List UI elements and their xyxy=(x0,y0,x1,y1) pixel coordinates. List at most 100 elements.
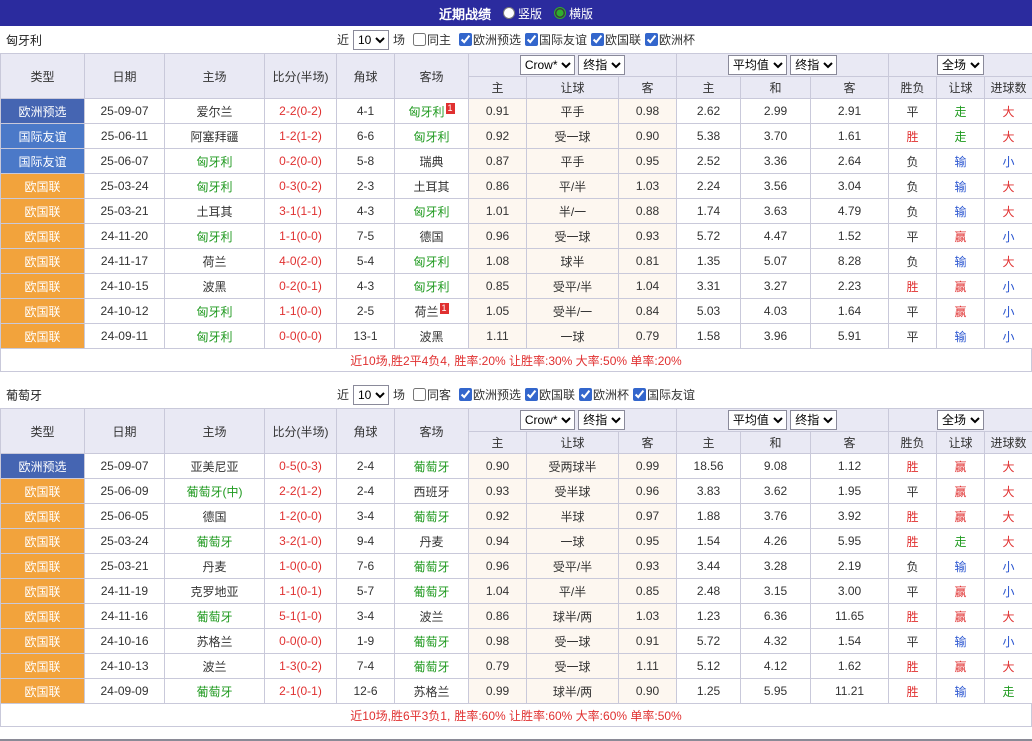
sub-handicap-result: 让球 xyxy=(937,432,985,454)
competition-filter[interactable]: 国际友谊 xyxy=(525,31,587,48)
bookmaker-away-odds: 1.03 xyxy=(619,174,677,199)
handicap-line: 受半球 xyxy=(527,479,619,504)
match-date: 24-11-19 xyxy=(85,579,165,604)
avg-home-odds: 3.44 xyxy=(677,554,741,579)
bookmaker-home-odds: 1.05 xyxy=(469,299,527,324)
competition-checkbox[interactable] xyxy=(459,33,472,46)
same-venue-filter[interactable]: 同客 xyxy=(413,386,451,403)
handicap-result-cell: 输 xyxy=(937,679,985,704)
competition-checkbox[interactable] xyxy=(645,33,658,46)
avg-away-odds: 1.54 xyxy=(811,629,889,654)
home-team-cell: 葡萄牙 xyxy=(165,679,265,704)
result-cell: 负 xyxy=(889,174,937,199)
competition-checkbox[interactable] xyxy=(591,33,604,46)
competition-checkbox[interactable] xyxy=(525,33,538,46)
result-cell: 平 xyxy=(889,324,937,349)
competition-checkbox[interactable] xyxy=(525,388,538,401)
section-hungary: 匈牙利 近 10 场 同主 欧洲预选国际友谊欧国联欧洲杯 类型 日期 主场 比分… xyxy=(0,26,1032,372)
scope-select[interactable]: 全场 xyxy=(937,55,984,75)
corner-score: 7-4 xyxy=(337,654,395,679)
corner-score: 9-4 xyxy=(337,529,395,554)
team-name: 苏格兰 xyxy=(413,685,449,699)
summary-row: 近10场,胜6平3负1, 胜率:60% 让胜率:60% 大率:60% 单率:50… xyxy=(0,704,1032,727)
same-venue-checkbox[interactable] xyxy=(413,33,426,46)
competition-filter[interactable]: 欧洲杯 xyxy=(645,31,695,48)
home-team-cell: 土耳其 xyxy=(165,199,265,224)
same-venue-checkbox[interactable] xyxy=(413,388,426,401)
match-date: 24-11-16 xyxy=(85,604,165,629)
league-type-badge: 欧国联 xyxy=(1,579,85,604)
average-select[interactable]: 平均值 xyxy=(728,55,787,75)
summary-record: 近10场,胜6平3负1, xyxy=(350,707,450,724)
match-row: 欧洲预选25-09-07爱尔兰2-2(0-2)4-1匈牙利10.91平手0.98… xyxy=(1,99,1032,124)
away-team-cell: 匈牙利1 xyxy=(395,99,469,124)
competition-filter[interactable]: 欧洲杯 xyxy=(579,386,629,403)
away-team-cell: 丹麦 xyxy=(395,529,469,554)
team-name: 波兰 xyxy=(419,610,443,624)
avg-home-odds: 1.58 xyxy=(677,324,741,349)
away-team-cell: 匈牙利 xyxy=(395,124,469,149)
competition-filter[interactable]: 欧国联 xyxy=(591,31,641,48)
league-type-badge: 国际友谊 xyxy=(1,124,85,149)
bookmaker-away-odds: 1.04 xyxy=(619,274,677,299)
bookmaker-home-odds: 0.87 xyxy=(469,149,527,174)
bookmaker-away-odds: 0.85 xyxy=(619,579,677,604)
matches-label: 场 xyxy=(393,31,405,48)
match-date: 24-11-17 xyxy=(85,249,165,274)
home-team-cell: 匈牙利 xyxy=(165,299,265,324)
odds-time-select[interactable]: 终指 xyxy=(578,55,625,75)
summary-rates: 胜率:60% 让胜率:60% 大率:60% 单率:50% xyxy=(454,707,681,724)
handicap-result-cell: 输 xyxy=(937,199,985,224)
match-score: 0-3(0-2) xyxy=(265,174,337,199)
bookmaker-select[interactable]: Crow* xyxy=(520,410,575,430)
avg-draw-odds: 4.32 xyxy=(741,629,811,654)
avg-time-select[interactable]: 终指 xyxy=(790,410,837,430)
avg-home-odds: 5.72 xyxy=(677,629,741,654)
goals-over-under-cell: 走 xyxy=(985,679,1032,704)
competition-filter[interactable]: 欧洲预选 xyxy=(459,386,521,403)
handicap-result-cell: 赢 xyxy=(937,504,985,529)
match-score: 1-3(0-2) xyxy=(265,654,337,679)
result-cell: 平 xyxy=(889,224,937,249)
competition-checkbox[interactable] xyxy=(633,388,646,401)
layout-option-vertical[interactable]: 竖版 xyxy=(503,5,542,22)
same-venue-label: 同客 xyxy=(427,386,451,403)
col-score-header: 比分(半场) xyxy=(265,54,337,99)
avg-home-odds: 5.38 xyxy=(677,124,741,149)
corner-score: 4-3 xyxy=(337,199,395,224)
avg-draw-odds: 6.36 xyxy=(741,604,811,629)
competition-filter[interactable]: 欧国联 xyxy=(525,386,575,403)
match-count-select[interactable]: 10 xyxy=(353,30,389,50)
competition-checkbox[interactable] xyxy=(459,388,472,401)
handicap-result-cell: 赢 xyxy=(937,454,985,479)
handicap-line: 受一球 xyxy=(527,224,619,249)
match-date: 25-06-11 xyxy=(85,124,165,149)
team-name: 匈牙利 xyxy=(413,255,449,269)
corner-score: 1-9 xyxy=(337,629,395,654)
bookmaker-select[interactable]: Crow* xyxy=(520,55,575,75)
sub-home-odds: 主 xyxy=(469,432,527,454)
avg-draw-odds: 3.62 xyxy=(741,479,811,504)
odds-time-select[interactable]: 终指 xyxy=(578,410,625,430)
match-date: 24-11-20 xyxy=(85,224,165,249)
avg-home-odds: 2.62 xyxy=(677,99,741,124)
sub-handicap: 让球 xyxy=(527,432,619,454)
team-name: 匈牙利 xyxy=(413,130,449,144)
competition-filter[interactable]: 欧洲预选 xyxy=(459,31,521,48)
sub-away-odds: 客 xyxy=(619,77,677,99)
competition-checkbox[interactable] xyxy=(579,388,592,401)
scope-select[interactable]: 全场 xyxy=(937,410,984,430)
team-name: 匈牙利 xyxy=(196,305,232,319)
col-away-header: 客场 xyxy=(395,54,469,99)
horizontal-layout-radio[interactable] xyxy=(554,7,566,19)
match-count-select[interactable]: 10 xyxy=(353,385,389,405)
average-select[interactable]: 平均值 xyxy=(728,410,787,430)
same-venue-filter[interactable]: 同主 xyxy=(413,31,451,48)
competition-filter[interactable]: 国际友谊 xyxy=(633,386,695,403)
match-date: 24-10-15 xyxy=(85,274,165,299)
away-team-cell: 波兰 xyxy=(395,604,469,629)
result-cell: 负 xyxy=(889,149,937,174)
layout-option-horizontal[interactable]: 横版 xyxy=(554,5,593,22)
vertical-layout-radio[interactable] xyxy=(503,7,515,19)
avg-time-select[interactable]: 终指 xyxy=(790,55,837,75)
